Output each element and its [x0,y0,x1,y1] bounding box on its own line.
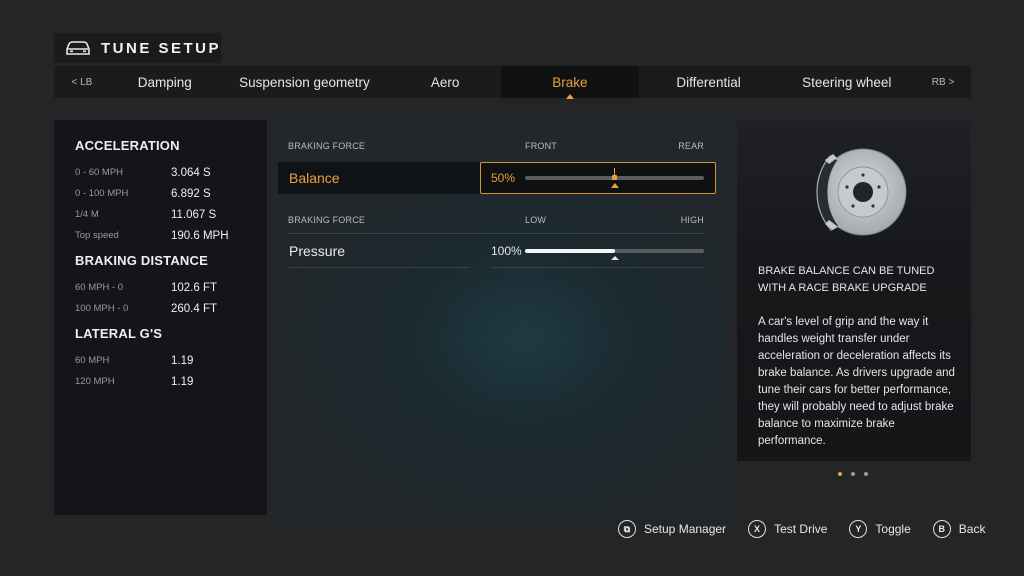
tab-prev-lb-button[interactable]: < LB [54,77,110,88]
stat-value: 1.19 [171,375,194,388]
stat-row: Top speed 190.6 MPH [75,225,267,246]
test-drive-button[interactable]: X Test Drive [748,520,827,538]
balance-setting-row[interactable]: Balance 50% [278,162,716,194]
stat-label: Top speed [75,230,119,241]
stat-value: 260.4 FT [171,302,218,315]
stat-row: 0 - 60 MPH 3.064 S [75,162,267,183]
braking-distance-heading: BRAKING DISTANCE [75,253,208,268]
braking-distance-group: BRAKING DISTANCE 60 MPH - 0 102.6 FT 100… [75,253,267,319]
stat-label: 120 MPH [75,376,115,387]
stat-label: 0 - 100 MPH [75,188,129,199]
tab-suspension-geometry[interactable]: Suspension geometry [220,66,390,98]
b-button-icon: B [932,520,951,538]
pressure-min-label: LOW [525,215,547,225]
balance-default-marker-icon [610,183,619,188]
balance-slider-thumb[interactable] [612,175,617,180]
pressure-label: Pressure [289,243,346,259]
divider [492,267,704,268]
brake-disc-image [816,148,907,236]
divider [288,267,470,268]
info-body: A car's level of grip and the way it han… [758,316,955,447]
pressure-slider-fill [525,249,615,253]
balance-section-label: BRAKING FORCE [288,141,366,151]
page-dot[interactable] [864,472,868,476]
info-title: BRAKE BALANCE CAN BE TUNED WITH A RACE B… [758,265,935,294]
performance-stats-panel: ACCELERATION 0 - 60 MPH 3.064 S 0 - 100 … [54,120,267,515]
balance-label: Balance [278,162,480,194]
stat-value: 3.064 S [171,166,211,179]
balance-slider[interactable]: 50% [480,162,716,194]
balance-max-label: REAR [678,141,704,151]
stat-row: 60 MPH - 0 102.6 FT [75,277,267,298]
toggle-label: Toggle [875,522,911,536]
acceleration-heading: ACCELERATION [75,138,180,153]
pressure-setting-row[interactable]: Pressure 100% [278,235,716,267]
stat-label: 100 MPH - 0 [75,303,129,314]
stat-row: 120 MPH 1.19 [75,371,267,392]
info-panel: BRAKE BALANCE CAN BE TUNED WITH A RACE B… [737,120,971,461]
stat-value: 6.892 S [171,187,211,200]
brake-settings-area: BRAKING FORCE FRONT REAR Balance 50% BRA… [270,118,732,518]
pressure-max-label: HIGH [680,215,704,225]
lateral-g-group: LATERAL G'S 60 MPH 1.19 120 MPH 1.19 [75,326,267,392]
tab-differential[interactable]: Differential [639,66,779,98]
pressure-slider-track[interactable] [525,249,704,253]
car-icon [66,41,90,55]
stat-row: 100 MPH - 0 260.4 FT [75,298,267,319]
lateral-g-heading: LATERAL G'S [75,326,163,341]
tab-bar: < LB Damping Suspension geometry Aero Br… [54,66,971,99]
info-page-indicator [838,472,868,476]
stat-value: 1.19 [171,354,194,367]
stat-label: 60 MPH - 0 [75,282,124,293]
stat-label: 0 - 60 MPH [75,167,124,178]
stat-value: 102.6 FT [171,281,218,294]
setup-manager-label: Setup Manager [644,522,727,536]
pressure-section-label: BRAKING FORCE [288,215,366,225]
tab-damping[interactable]: Damping [110,66,220,98]
page-dot[interactable] [838,472,842,476]
page-dot[interactable] [851,472,855,476]
balance-min-label: FRONT [525,141,557,151]
toggle-button[interactable]: Y Toggle [849,520,911,538]
stat-row: 0 - 100 MPH 6.892 S [75,183,267,204]
stat-value: 11.067 S [171,208,217,221]
view-button-icon: ⧉ [618,520,636,538]
stat-value: 190.6 MPH [171,229,229,242]
stat-row: 60 MPH 1.19 [75,350,267,371]
tab-next-rb-button[interactable]: RB > [915,77,971,88]
x-button-icon: X [748,520,767,538]
page-title-bar: TUNE SETUP [54,33,221,63]
page-title: TUNE SETUP [101,39,222,57]
tab-brake[interactable]: Brake [501,66,639,99]
tab-aero[interactable]: Aero [389,66,501,98]
balance-value: 50% [491,171,516,185]
stat-row: 1/4 M 11.067 S [75,204,267,225]
setup-manager-button[interactable]: ⧉ Setup Manager [618,520,726,538]
divider [288,233,704,234]
stat-label: 60 MPH [75,355,110,366]
back-label: Back [958,522,986,536]
y-button-icon: Y [849,520,868,538]
pressure-value: 100% [491,244,522,258]
back-button[interactable]: B Back [932,520,986,538]
test-drive-label: Test Drive [774,522,828,536]
stat-label: 1/4 M [75,209,99,220]
footer-button-bar: ⧉ Setup Manager X Test Drive Y Toggle B … [618,520,985,538]
tab-steering-wheel[interactable]: Steering wheel [778,66,915,98]
acceleration-group: ACCELERATION 0 - 60 MPH 3.064 S 0 - 100 … [75,138,267,246]
pressure-default-marker-icon [610,256,619,260]
